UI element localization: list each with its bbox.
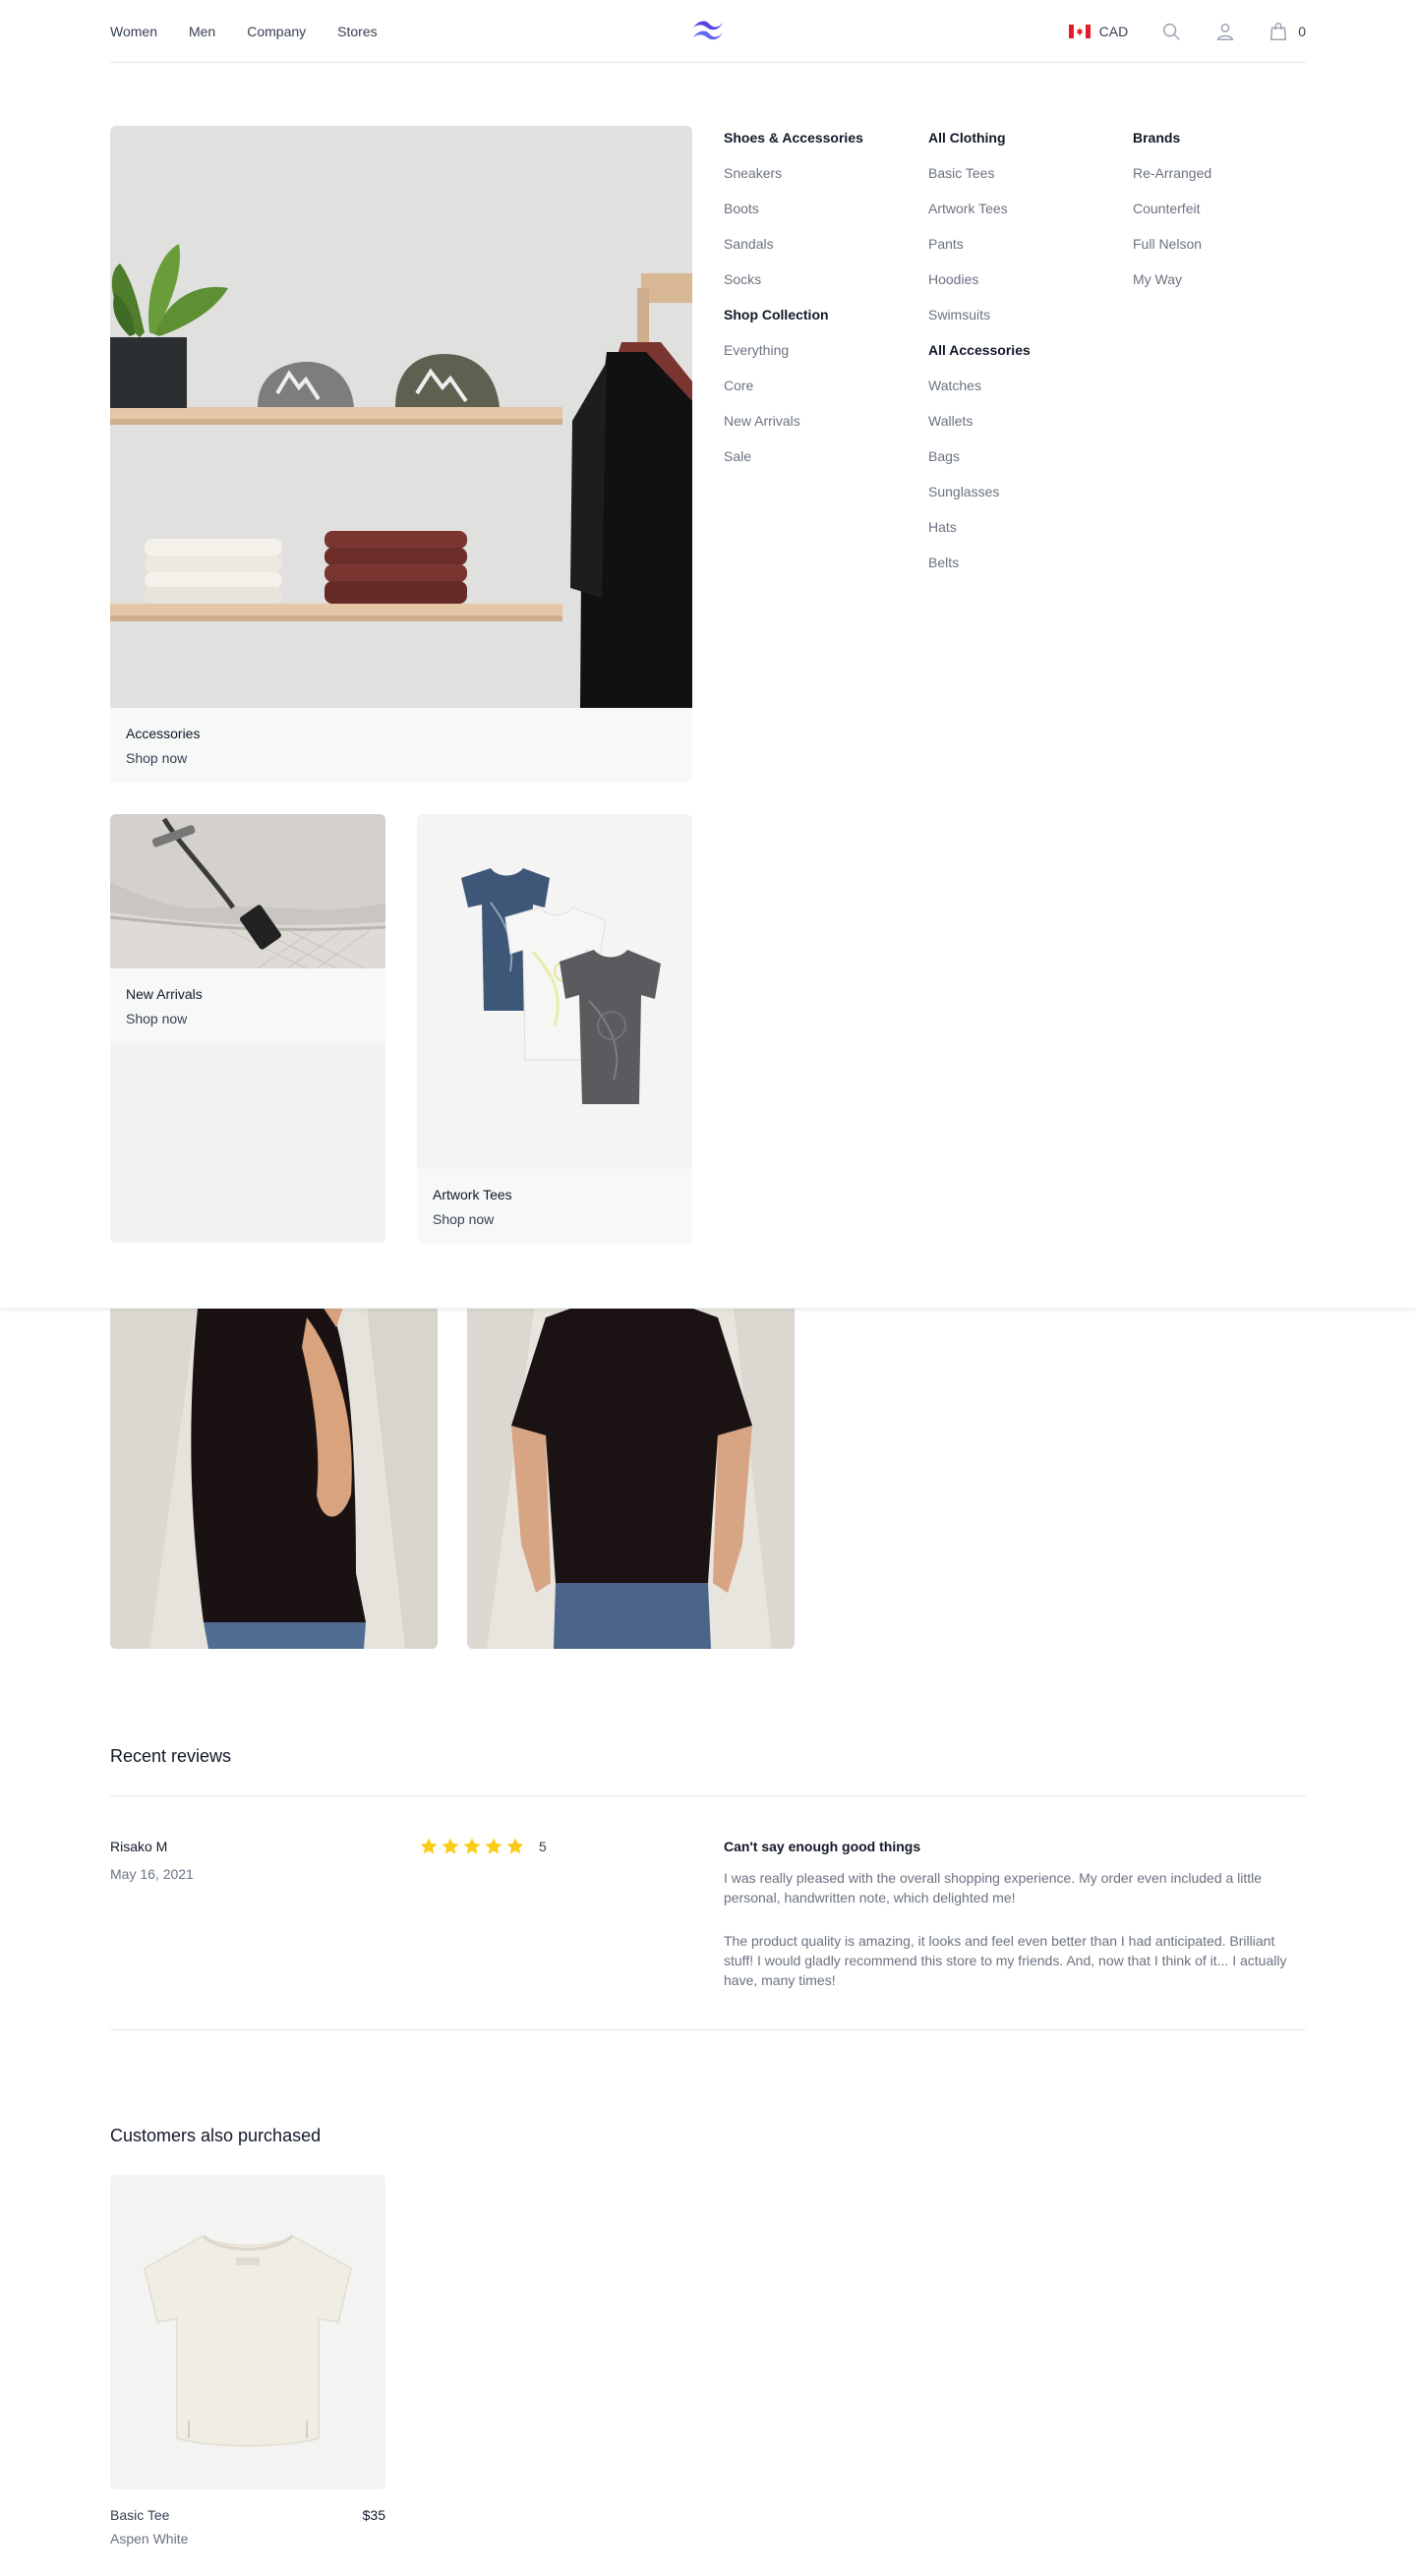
menu-group-accessories: All Accessories Watches Wallets Bags Sun… — [928, 340, 1031, 572]
rating-value: 5 — [539, 1839, 547, 1854]
product-image-front[interactable] — [467, 1298, 795, 1649]
review-rating: 5 — [419, 1837, 547, 1856]
featured-title: Artwork Tees — [433, 1187, 512, 1202]
menu-link-basic-tees[interactable]: Basic Tees — [928, 163, 1031, 183]
star-icon — [506, 1838, 524, 1854]
new-arrivals-image — [110, 814, 385, 968]
menu-link-artwork-tees[interactable]: Artwork Tees — [928, 199, 1031, 218]
accessories-caption: Accessories Shop now — [110, 708, 692, 783]
review-paragraph: The product quality is amazing, it looks… — [724, 1933, 1287, 1988]
menu-link-sneakers[interactable]: Sneakers — [724, 163, 863, 183]
menu-link-new-arrivals[interactable]: New Arrivals — [724, 411, 863, 431]
artwork-tees-caption: Artwork Tees Shop now — [417, 1169, 692, 1244]
menu-list-brands: Re-Arranged Counterfeit Full Nelson My W… — [1133, 163, 1211, 289]
menu-link-wallets[interactable]: Wallets — [928, 411, 1031, 431]
shopping-bag-icon — [1270, 22, 1287, 40]
menu-link-sale[interactable]: Sale — [724, 446, 863, 466]
nav-women[interactable]: Women — [110, 24, 157, 39]
mega-menu-flyout: Accessories Shop now New Arrivals Shop n… — [0, 63, 1416, 1309]
menu-list-collection: Everything Core New Arrivals Sale — [724, 340, 863, 466]
menu-list-shoes: Sneakers Boots Sandals Socks — [724, 163, 863, 289]
menu-heading-collection: Shop Collection — [724, 307, 829, 322]
star-icon — [442, 1838, 459, 1854]
menu-link-boots[interactable]: Boots — [724, 199, 863, 218]
header-actions: CAD 0 — [1068, 0, 1306, 62]
menu-group-collection: Shop Collection Everything Core New Arri… — [724, 305, 863, 466]
menu-link-core[interactable]: Core — [724, 376, 863, 395]
menu-list-clothing: Basic Tees Artwork Tees Pants Hoodies Sw… — [928, 163, 1031, 324]
menu-link-my-way[interactable]: My Way — [1133, 269, 1211, 289]
menu-link-sandals[interactable]: Sandals — [724, 234, 863, 254]
artwork-tees-image — [417, 814, 692, 1169]
menu-column-brands: Brands Re-Arranged Counterfeit Full Nels… — [1133, 128, 1211, 305]
menu-link-sunglasses[interactable]: Sunglasses — [928, 482, 1031, 501]
featured-title: Accessories — [126, 726, 201, 741]
reviews-heading: Recent reviews — [110, 1746, 232, 1766]
menu-link-full-nelson[interactable]: Full Nelson — [1133, 234, 1211, 254]
model-front-image — [467, 1298, 795, 1649]
menu-link-hats[interactable]: Hats — [928, 517, 1031, 537]
canada-flag-icon — [1068, 24, 1091, 38]
search-icon[interactable] — [1159, 20, 1183, 43]
featured-card-accessories[interactable]: Accessories Shop now — [110, 126, 692, 783]
menu-link-socks[interactable]: Socks — [724, 269, 863, 289]
menu-link-hoodies[interactable]: Hoodies — [928, 269, 1031, 289]
menu-link-re-arranged[interactable]: Re-Arranged — [1133, 163, 1211, 183]
star-icon — [485, 1838, 502, 1854]
menu-heading-shoes: Shoes & Accessories — [724, 130, 863, 146]
menu-link-belts[interactable]: Belts — [928, 553, 1031, 572]
menu-group-brands: Brands Re-Arranged Counterfeit Full Nels… — [1133, 128, 1211, 289]
nav-company[interactable]: Company — [247, 24, 306, 39]
featured-title: New Arrivals — [126, 986, 203, 1002]
menu-link-pants[interactable]: Pants — [928, 234, 1031, 254]
basic-tee-image — [110, 2175, 385, 2489]
menu-heading-brands: Brands — [1133, 130, 1181, 146]
related-product-image[interactable] — [110, 2175, 385, 2489]
new-arrivals-caption: New Arrivals Shop now — [110, 968, 385, 1043]
shop-now-link[interactable]: Shop now — [126, 750, 677, 766]
cart-button[interactable]: 0 — [1268, 21, 1306, 42]
header-inner: Women Men Company Stores CAD 0 — [110, 0, 1306, 63]
nav-stores[interactable]: Stores — [337, 24, 377, 39]
star-icon — [420, 1838, 438, 1854]
menu-link-watches[interactable]: Watches — [928, 376, 1031, 395]
menu-link-counterfeit[interactable]: Counterfeit — [1133, 199, 1211, 218]
menu-link-swimsuits[interactable]: Swimsuits — [928, 305, 1031, 324]
currency-selector[interactable]: CAD — [1068, 23, 1129, 39]
product-image-side[interactable] — [110, 1298, 438, 1649]
menu-group-shoes: Shoes & Accessories Sneakers Boots Sanda… — [724, 128, 863, 289]
menu-list-accessories: Watches Wallets Bags Sunglasses Hats Bel… — [928, 376, 1031, 572]
related-heading: Customers also purchased — [110, 2126, 322, 2145]
review-paragraph: I was really pleased with the overall sh… — [724, 1870, 1263, 1905]
star-icon — [463, 1838, 481, 1854]
shop-now-link[interactable]: Shop now — [126, 1011, 370, 1026]
shop-now-link[interactable]: Shop now — [433, 1211, 677, 1227]
menu-heading-accessories: All Accessories — [928, 342, 1031, 358]
accessories-shelf-image — [110, 126, 692, 708]
menu-link-bags[interactable]: Bags — [928, 446, 1031, 466]
brand-logo-icon[interactable] — [690, 17, 726, 44]
nav-men[interactable]: Men — [189, 24, 215, 39]
featured-card-new-arrivals[interactable]: New Arrivals Shop now — [110, 814, 385, 1243]
related-product-price: $35 — [362, 2507, 385, 2523]
menu-column-shoes: Shoes & Accessories Sneakers Boots Sanda… — [724, 128, 863, 482]
reviews-divider-top — [110, 1795, 1306, 1796]
related-product-color: Aspen White — [110, 2531, 189, 2547]
review-date: May 16, 2021 — [110, 1866, 194, 1882]
related-product-name[interactable]: Basic Tee — [110, 2507, 169, 2523]
site-header: Women Men Company Stores CAD 0 — [0, 0, 1416, 63]
model-side-image — [110, 1298, 438, 1649]
currency-label: CAD — [1098, 23, 1129, 39]
featured-card-artwork-tees[interactable]: Artwork Tees Shop now — [417, 814, 692, 1244]
review-author: Risako M — [110, 1839, 168, 1854]
menu-column-clothing: All Clothing Basic Tees Artwork Tees Pan… — [928, 128, 1031, 588]
review-title: Can't say enough good things — [724, 1839, 921, 1854]
menu-heading-clothing: All Clothing — [928, 130, 1006, 146]
main-nav: Women Men Company Stores — [110, 0, 378, 62]
menu-link-everything[interactable]: Everything — [724, 340, 863, 360]
account-icon[interactable] — [1213, 20, 1237, 43]
cart-count: 0 — [1298, 23, 1306, 39]
reviews-divider-bottom — [110, 2029, 1306, 2030]
menu-group-clothing: All Clothing Basic Tees Artwork Tees Pan… — [928, 128, 1031, 324]
